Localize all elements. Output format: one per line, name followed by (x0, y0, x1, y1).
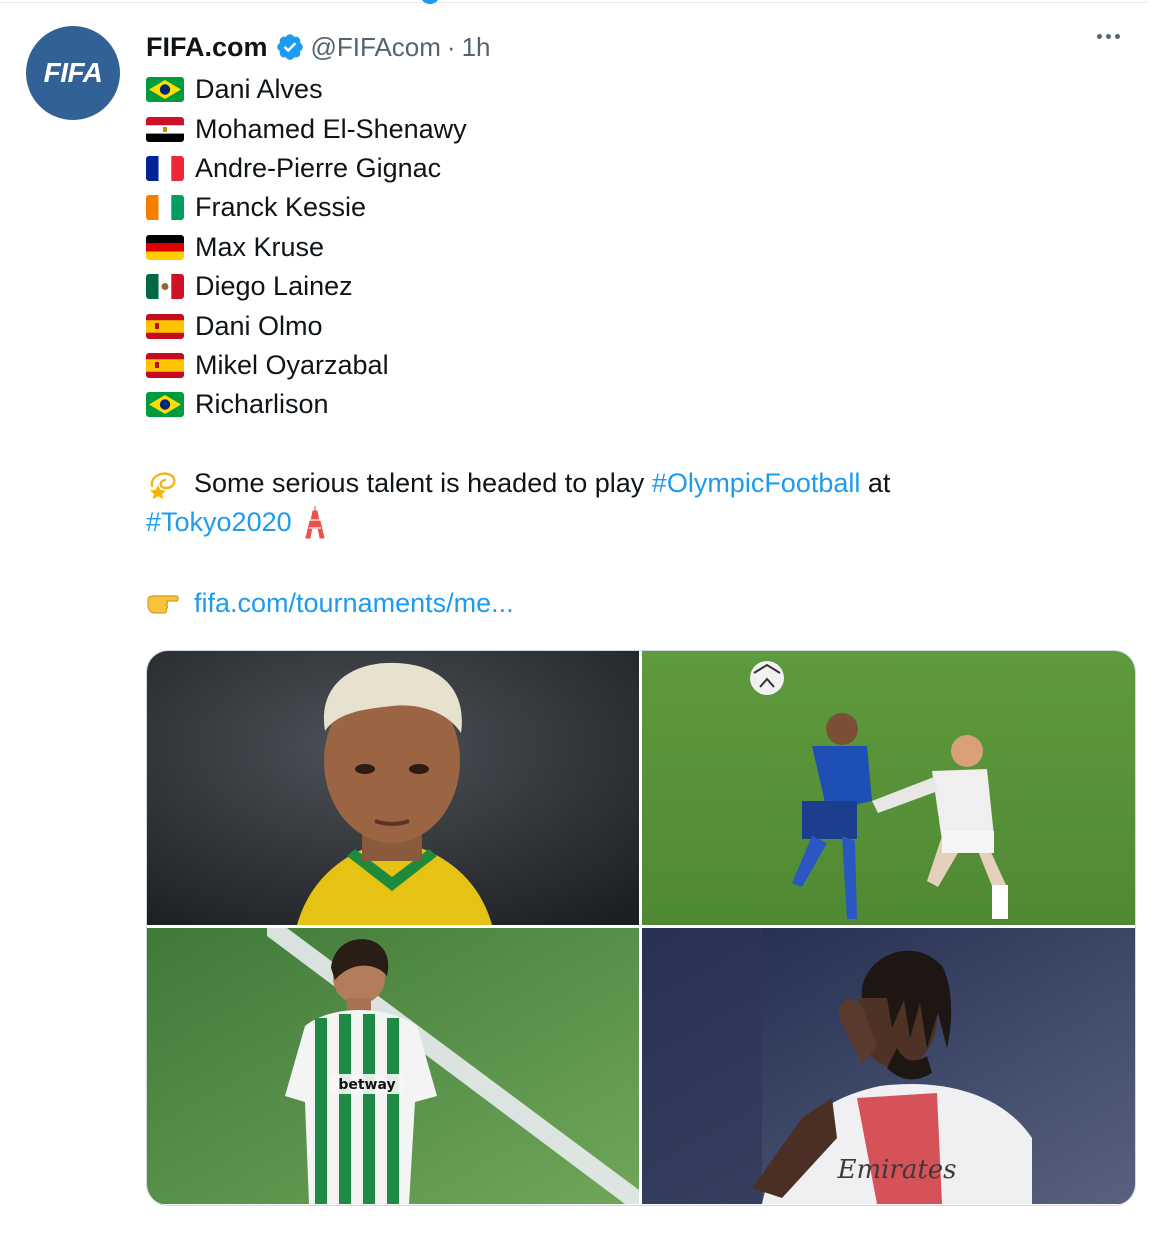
player-name: Richarlison (195, 389, 329, 420)
list-item: Richarlison (146, 385, 1046, 424)
header-separator: · (446, 31, 456, 62)
player-name: Dani Alves (195, 74, 323, 105)
avatar[interactable]: FIFA (26, 26, 120, 120)
photo-player-celebrating[interactable]: Emirates (642, 928, 1135, 1204)
avatar-logo-text: FIFA (43, 57, 103, 88)
message-text: Some serious talent is headed to play (194, 467, 645, 498)
tweet-message-line-2: #Tokyo2020 (146, 505, 328, 539)
list-item: Dani Olmo (146, 306, 1046, 345)
germany-flag-icon (146, 234, 184, 260)
hashtag-olympicfootball[interactable]: #OlympicFootball (652, 468, 861, 499)
list-item: Andre-Pierre Gignac (146, 149, 1046, 188)
verified-badge-icon (276, 34, 303, 60)
tweet-timestamp[interactable]: 1h (462, 32, 491, 63)
player-name: Max Kruse (195, 231, 325, 262)
player-name: Andre-Pierre Gignac (195, 152, 442, 183)
pointing-hand-icon (147, 595, 179, 614)
list-item: Dani Alves (146, 70, 1046, 109)
player-name: Franck Kessie (195, 192, 367, 223)
tweet-link-line: fifa.com/tournaments/me... (146, 586, 514, 620)
ivory-coast-flag-icon (146, 195, 184, 221)
author-name[interactable]: FIFA.com (146, 32, 268, 63)
message-connector: at (867, 467, 891, 498)
player-name: Mikel Oyarzabal (195, 349, 389, 380)
spain-flag-icon (146, 352, 184, 378)
more-options-icon[interactable] (1097, 34, 1120, 39)
tweet-message-line-1: Some serious talent is headed to play #O… (146, 466, 890, 500)
brazil-flag-icon (146, 392, 184, 418)
player-name: Diego Lainez (195, 271, 353, 302)
brazil-flag-icon (146, 77, 184, 103)
tweet-link[interactable]: fifa.com/tournaments/me... (194, 588, 514, 619)
list-item: Max Kruse (146, 228, 1046, 267)
dizzy-star-icon (150, 472, 176, 499)
shirt-sponsor-text: betway (338, 1077, 395, 1093)
egypt-flag-icon (146, 116, 184, 142)
media-grid: betway Emirates (146, 650, 1136, 1206)
list-item: Mikel Oyarzabal (146, 346, 1046, 385)
list-item: Franck Kessie (146, 188, 1046, 227)
tweet-header: FIFA.com @FIFAcom · 1h (146, 30, 491, 64)
tokyo-tower-icon (304, 506, 325, 539)
spain-flag-icon (146, 313, 184, 339)
top-divider (0, 2, 1148, 3)
author-handle[interactable]: @FIFAcom (311, 32, 441, 63)
mexico-flag-icon (146, 274, 184, 300)
list-item: Diego Lainez (146, 267, 1046, 306)
shirt-sponsor-text: Emirates (836, 1155, 956, 1185)
photo-match-action[interactable] (642, 651, 1135, 925)
france-flag-icon (146, 155, 184, 181)
player-list: Dani Alves Mohamed El-Shenawy Andre-Pier… (146, 70, 1046, 425)
player-name: Mohamed El-Shenawy (195, 113, 467, 144)
photo-player-yellow-jersey[interactable] (147, 651, 639, 925)
hashtag-tokyo2020[interactable]: #Tokyo2020 (146, 507, 292, 538)
player-name: Dani Olmo (195, 310, 323, 341)
list-item: Mohamed El-Shenawy (146, 109, 1046, 148)
photo-player-green-white-jersey[interactable]: betway (147, 928, 639, 1204)
